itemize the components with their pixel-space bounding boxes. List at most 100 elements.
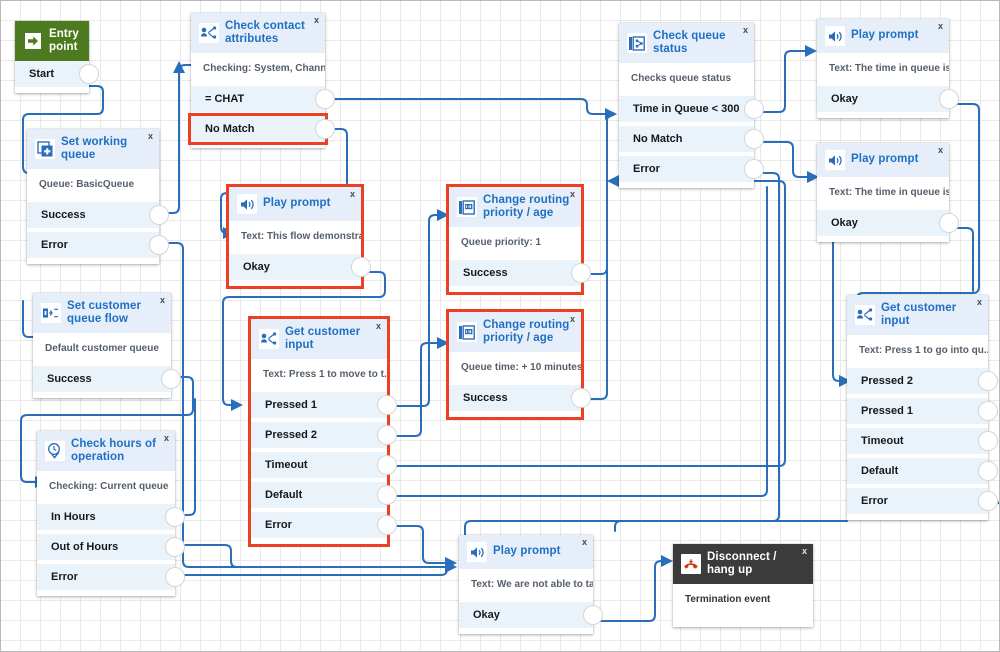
port-connector[interactable] xyxy=(378,396,396,414)
close-icon[interactable]: x xyxy=(582,538,587,547)
port-connector[interactable] xyxy=(584,606,602,624)
port-error[interactable]: Error xyxy=(27,232,159,258)
port-pressed-2[interactable]: Pressed 2 xyxy=(847,368,988,394)
port-connector[interactable] xyxy=(352,258,370,276)
node-play-prompt-unable[interactable]: x Play prompt Text: We are not able to t… xyxy=(459,535,593,634)
port-time-in-queue[interactable]: Time in Queue < 300 xyxy=(619,96,754,122)
port-connector[interactable] xyxy=(940,90,958,108)
port-pressed-1[interactable]: Pressed 1 xyxy=(847,398,988,424)
port-connector[interactable] xyxy=(940,214,958,232)
close-icon[interactable]: x xyxy=(570,315,575,324)
port-connector[interactable] xyxy=(80,65,98,83)
port-connector[interactable] xyxy=(979,462,997,480)
port-success[interactable]: Success xyxy=(33,366,171,392)
close-icon[interactable]: x xyxy=(938,22,943,31)
port-connector[interactable] xyxy=(979,402,997,420)
port-no-match[interactable]: No Match xyxy=(619,126,754,152)
node-ports: Okay xyxy=(459,602,593,634)
port-connector[interactable] xyxy=(572,264,590,282)
port-okay[interactable]: Okay xyxy=(817,86,949,112)
node-title: Play prompt xyxy=(493,545,561,558)
port-connector[interactable] xyxy=(166,508,184,526)
node-change-routing-age[interactable]: x Change routing priority / age Queue ti… xyxy=(449,312,581,417)
port-timeout[interactable]: Timeout xyxy=(251,452,387,478)
port-connector[interactable] xyxy=(979,432,997,450)
port-connector[interactable] xyxy=(162,370,180,388)
port-connector[interactable] xyxy=(166,538,184,556)
port-connector[interactable] xyxy=(378,426,396,444)
port-connector[interactable] xyxy=(316,120,334,138)
close-icon[interactable]: x xyxy=(160,296,165,305)
port-connector[interactable] xyxy=(378,456,396,474)
port-connector[interactable] xyxy=(378,486,396,504)
port-success[interactable]: Success xyxy=(449,260,581,286)
port-okay[interactable]: Okay xyxy=(229,254,361,280)
node-get-customer-input-queue[interactable]: x Get customer input Text: Press 1 to go… xyxy=(847,295,988,520)
port-connector[interactable] xyxy=(745,160,763,178)
port-in-hours[interactable]: In Hours xyxy=(37,504,175,530)
port-start[interactable]: Start xyxy=(15,61,89,87)
port-connector[interactable] xyxy=(979,372,997,390)
node-ports: Success xyxy=(449,385,581,417)
node-disconnect-hang-up[interactable]: x Disconnect / hang up Termination event xyxy=(673,544,813,627)
port-error[interactable]: Error xyxy=(37,564,175,590)
node-check-queue-status[interactable]: x Check queue status Checks queue status… xyxy=(619,23,754,188)
port-okay[interactable]: Okay xyxy=(817,210,949,236)
node-check-hours-of-operation[interactable]: x Check hours of operation Checking: Cur… xyxy=(37,431,175,596)
close-icon[interactable]: x xyxy=(350,190,355,199)
port-default[interactable]: Default xyxy=(251,482,387,508)
port-label: Error xyxy=(265,519,292,531)
port-out-of-hours[interactable]: Out of Hours xyxy=(37,534,175,560)
port-label: Error xyxy=(633,163,660,175)
node-entry-point[interactable]: Entry point Start xyxy=(15,21,89,93)
port-connector[interactable] xyxy=(378,516,396,534)
node-set-customer-queue-flow[interactable]: x Set customer queue flow Default custom… xyxy=(33,293,171,398)
node-header: x Check queue status xyxy=(619,23,754,63)
port-timeout[interactable]: Timeout xyxy=(847,428,988,454)
port-success[interactable]: Success xyxy=(27,202,159,228)
close-icon[interactable]: x xyxy=(938,146,943,155)
port-label: Okay xyxy=(473,609,500,621)
node-change-routing-priority[interactable]: x Change routing priority / age Queue pr… xyxy=(449,187,581,292)
port-error[interactable]: Error xyxy=(619,156,754,182)
close-icon[interactable]: x xyxy=(743,26,748,35)
port-connector[interactable] xyxy=(316,90,334,108)
port-pressed-2[interactable]: Pressed 2 xyxy=(251,422,387,448)
port-connector[interactable] xyxy=(745,130,763,148)
node-play-prompt-intro[interactable]: x Play prompt Text: This flow demonstra.… xyxy=(229,187,361,286)
customer-input-icon xyxy=(855,305,875,325)
arrow-right-icon xyxy=(23,31,43,51)
port-error[interactable]: Error xyxy=(847,488,988,514)
close-icon[interactable]: x xyxy=(802,547,807,556)
port-pressed-1[interactable]: Pressed 1 xyxy=(251,392,387,418)
port-label: No Match xyxy=(205,123,255,135)
node-ports: In Hours Out of Hours Error xyxy=(37,504,175,596)
node-footer-spacer xyxy=(673,617,813,627)
node-play-prompt-queue-2[interactable]: x Play prompt Text: The time in queue is… xyxy=(817,143,949,242)
node-check-contact-attributes[interactable]: x Check contact attributes Checking: Sys… xyxy=(191,13,325,148)
node-description: Text: The time in queue is ... xyxy=(817,53,949,86)
port-connector[interactable] xyxy=(745,100,763,118)
port-connector[interactable] xyxy=(979,492,997,510)
close-icon[interactable]: x xyxy=(376,322,381,331)
node-get-customer-input-main[interactable]: x Get customer input Text: Press 1 to mo… xyxy=(251,319,387,544)
close-icon[interactable]: x xyxy=(148,132,153,141)
port-error[interactable]: Error xyxy=(251,512,387,538)
port-okay[interactable]: Okay xyxy=(459,602,593,628)
close-icon[interactable]: x xyxy=(570,190,575,199)
port-equals-chat[interactable]: = CHAT xyxy=(191,86,325,112)
port-connector[interactable] xyxy=(572,389,590,407)
node-set-working-queue[interactable]: x Set working queue Queue: BasicQueue Su… xyxy=(27,129,159,264)
node-play-prompt-queue-1[interactable]: x Play prompt Text: The time in queue is… xyxy=(817,19,949,118)
node-title: Entry point xyxy=(49,28,81,54)
port-connector[interactable] xyxy=(150,236,168,254)
port-success[interactable]: Success xyxy=(449,385,581,411)
port-no-match[interactable]: No Match xyxy=(191,116,325,142)
flow-canvas[interactable]: Entry point Start x Set working queue Qu… xyxy=(0,0,1000,652)
port-connector[interactable] xyxy=(166,568,184,586)
port-default[interactable]: Default xyxy=(847,458,988,484)
port-connector[interactable] xyxy=(150,206,168,224)
close-icon[interactable]: x xyxy=(977,298,982,307)
close-icon[interactable]: x xyxy=(164,434,169,443)
close-icon[interactable]: x xyxy=(314,16,319,25)
